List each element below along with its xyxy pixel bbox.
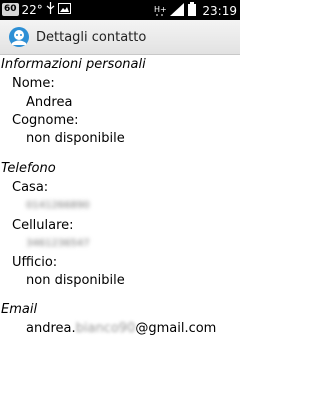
hplus-icon: H+: [154, 3, 167, 19]
action-bar: Dettagli contatto: [0, 20, 240, 55]
status-right: H+ 23:19: [154, 2, 237, 19]
page-title: Dettagli contatto: [36, 29, 147, 45]
casa-phone-value[interactable]: 0141266890: [26, 200, 90, 211]
section-personal-info: Informazioni personali: [1, 57, 146, 72]
section-email: Email: [1, 302, 38, 317]
email-prefix: andrea.: [26, 321, 76, 336]
cellulare-label: Cellulare:: [12, 218, 74, 233]
cognome-label: Cognome:: [12, 113, 79, 128]
status-bar: 60 22° H+ 23:19: [0, 0, 240, 20]
clock-text: 23:19: [202, 3, 237, 18]
status-left: 60 22°: [2, 2, 71, 17]
cognome-value: non disponibile: [26, 131, 125, 146]
email-hidden-part: bianco90: [75, 321, 136, 336]
casa-label: Casa:: [12, 180, 49, 195]
battery-icon: [188, 2, 197, 19]
temperature-text: 22°: [21, 2, 43, 17]
cellulare-phone-value[interactable]: 3461236547: [26, 238, 90, 249]
ufficio-value: non disponibile: [26, 273, 125, 288]
email-suffix: @gmail.com: [135, 321, 217, 336]
section-telefono: Telefono: [1, 161, 56, 176]
usb-icon: [46, 2, 55, 17]
nome-value: Andrea: [26, 95, 73, 110]
svg-text:H+: H+: [154, 5, 166, 14]
email-value[interactable]: andrea.bianco90@gmail.com: [26, 321, 216, 336]
ufficio-label: Ufficio:: [12, 255, 58, 270]
signal-icon: [170, 2, 185, 19]
nome-label: Nome:: [12, 76, 55, 91]
contact-app-icon[interactable]: [8, 26, 30, 48]
picture-icon: [57, 2, 71, 17]
notification-badge: 60: [2, 3, 19, 16]
